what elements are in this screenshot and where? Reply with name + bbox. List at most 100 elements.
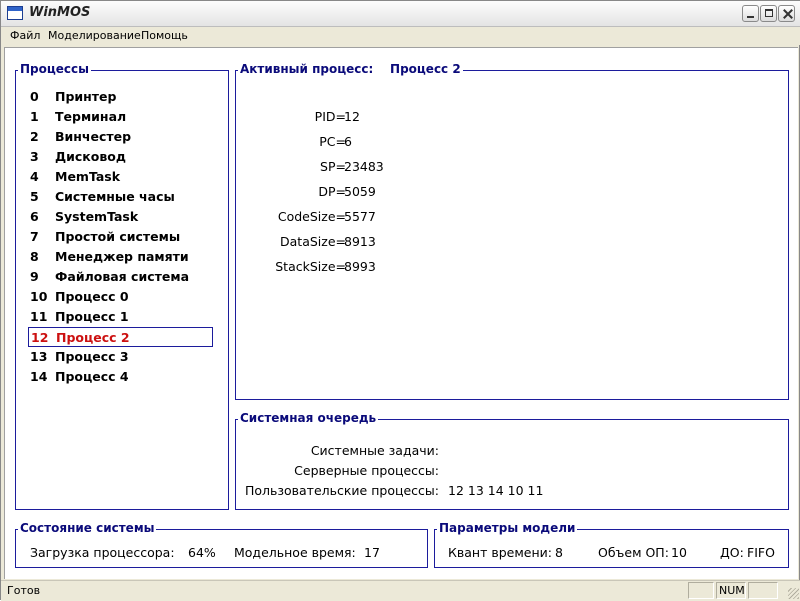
process-list-item[interactable]: 14 Процесс 4 [28, 367, 213, 387]
time-quantum-label: Квант времени: [448, 545, 552, 560]
process-list-item[interactable]: 8 Менеджер памяти [28, 247, 213, 267]
model-time-label: Модельное время: [234, 545, 356, 560]
close-button[interactable] [778, 5, 795, 22]
process-field-value: 8993 [344, 259, 376, 274]
process-field-value: 12 [344, 109, 360, 124]
process-list-item[interactable]: 12 Процесс 2 [28, 327, 213, 347]
process-list-item[interactable]: 1 Терминал [28, 107, 213, 127]
process-list-item[interactable]: 10 Процесс 0 [28, 287, 213, 307]
process-field-value: 23483 [344, 159, 384, 174]
model-time-value: 17 [364, 545, 380, 560]
process-field-label: CodeSize= [277, 209, 346, 224]
process-field-label: DataSize= [280, 234, 346, 249]
active-process-panel-title: Активный процесс: Процесс 2 [238, 62, 463, 76]
process-name: Менеджер памяти [55, 249, 189, 264]
status-text: Готов [7, 584, 41, 597]
process-list-item[interactable]: 3 Дисковод [28, 147, 213, 167]
process-list-item[interactable]: 5 Системные часы [28, 187, 213, 207]
process-list-item[interactable]: 2 Винчестер [28, 127, 213, 147]
time-quantum-value: 8 [555, 545, 563, 560]
process-name: Системные часы [55, 189, 175, 204]
process-id: 3 [30, 149, 39, 164]
processes-panel-title: Процессы [18, 62, 91, 76]
process-field-label: SP= [320, 159, 346, 174]
client-area: Процессы 0 Принтер 1 Терминал 2 Винчестер 3 Дис… [4, 47, 798, 579]
process-id: 14 [30, 369, 48, 384]
processes-panel: Процессы 0 Принтер 1 Терминал 2 Винчестер 3 Дис… [15, 62, 229, 510]
window-title: WinMOS [29, 5, 91, 20]
status-bar: Готов NUM [1, 580, 800, 601]
process-name: Файловая система [55, 269, 190, 284]
process-name: SystemTask [55, 209, 139, 224]
process-field-label: DP= [318, 184, 346, 199]
process-name: Принтер [55, 89, 117, 104]
status-pane-num: NUM [716, 582, 746, 599]
resize-grip[interactable] [788, 588, 799, 599]
active-process-label: Активный процесс: [240, 62, 374, 76]
menu-help[interactable]: Помощь [141, 29, 188, 42]
status-pane-caps [688, 582, 714, 599]
memory-size-value: 10 [671, 545, 687, 560]
process-list-item[interactable]: 7 Простой системы [28, 227, 213, 247]
process-id: 1 [30, 109, 39, 124]
process-id: 10 [30, 289, 48, 304]
queue-server-processes-label: Серверные процессы: [294, 463, 439, 478]
process-name: Дисковод [55, 149, 126, 164]
menu-modeling[interactable]: Моделирование [48, 29, 141, 42]
process-name: Процесс 3 [55, 349, 129, 364]
process-name: Процесс 2 [56, 330, 130, 345]
cpu-load-label: Загрузка процессора: [30, 545, 175, 560]
process-name: Процесс 4 [55, 369, 129, 384]
model-params-title: Параметры модели [437, 521, 578, 535]
process-name: MemTask [55, 169, 121, 184]
process-list-item[interactable]: 0 Принтер [28, 87, 213, 107]
process-id: 8 [30, 249, 39, 264]
cpu-load-value: 64% [188, 545, 216, 560]
system-queue-title: Системная очередь [238, 411, 379, 425]
process-list-item[interactable]: 11 Процесс 1 [28, 307, 213, 327]
process-id: 11 [30, 309, 48, 324]
process-id: 12 [31, 330, 49, 345]
queue-user-processes-value: 12 13 14 10 11 [448, 483, 544, 498]
process-name: Винчестер [55, 129, 132, 144]
active-process-name: Процесс 2 [390, 62, 461, 76]
process-list-item[interactable]: 9 Файловая система [28, 267, 213, 287]
process-field-label: PID= [314, 109, 346, 124]
process-list-item[interactable]: 4 MemTask [28, 167, 213, 187]
process-field-value: 5577 [344, 209, 376, 224]
menu-file[interactable]: Файл [10, 29, 40, 42]
system-state-title: Состояние системы [18, 521, 157, 535]
system-queue-panel: Системная очередь Системные задачи: Серв… [235, 411, 789, 510]
minimize-button[interactable] [742, 5, 759, 22]
process-id: 2 [30, 129, 39, 144]
queue-user-processes-label: Пользовательские процессы: [244, 483, 439, 498]
process-field-value: 8913 [344, 234, 376, 249]
system-state-panel: Состояние системы Загрузка процессора: 6… [15, 521, 428, 568]
process-id: 13 [30, 349, 48, 364]
status-pane-scroll [748, 582, 778, 599]
process-list-item[interactable]: 13 Процесс 3 [28, 347, 213, 367]
scheduling-policy-label: ДО: [720, 545, 744, 560]
process-id: 6 [30, 209, 39, 224]
menu-bar: Файл Моделирование Помощь [1, 27, 800, 45]
process-id: 4 [30, 169, 39, 184]
process-list-item[interactable]: 6 SystemTask [28, 207, 213, 227]
title-bar[interactable]: WinMOS [1, 1, 800, 27]
queue-system-tasks-label: Системные задачи: [310, 443, 439, 458]
process-name: Процесс 0 [55, 289, 129, 304]
process-id: 5 [30, 189, 39, 204]
process-name: Процесс 1 [55, 309, 129, 324]
app-window: WinMOS Файл Моделирование Помощь Процесс… [0, 0, 800, 601]
maximize-button[interactable] [760, 5, 777, 22]
active-process-panel: Активный процесс: Процесс 2 PID= 12 PC= 6 SP… [235, 62, 789, 400]
process-field-value: 5059 [344, 184, 376, 199]
app-window-icon[interactable] [7, 6, 23, 20]
process-id: 7 [30, 229, 39, 244]
scheduling-policy-value: FIFO [747, 545, 775, 560]
process-id: 0 [30, 89, 39, 104]
process-id: 9 [30, 269, 39, 284]
process-name: Терминал [55, 109, 127, 124]
memory-size-label: Объем ОП: [598, 545, 669, 560]
process-field-value: 6 [344, 134, 352, 149]
process-field-label: StackSize= [275, 259, 346, 274]
